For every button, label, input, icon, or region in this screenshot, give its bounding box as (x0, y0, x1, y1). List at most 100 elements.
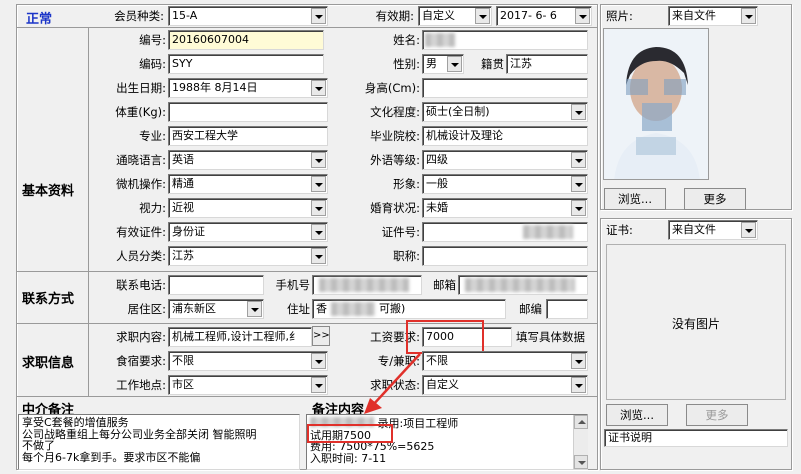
mobile-redacted (319, 278, 409, 292)
validity-date-picker[interactable]: 2017- 6- 6 (496, 6, 592, 26)
member-photo (603, 28, 709, 180)
category-dropdown-icon[interactable] (311, 248, 326, 264)
validity-mode-value: 自定义 (422, 9, 455, 22)
cert-source-dropdown-icon[interactable] (741, 222, 756, 238)
cert-source-select[interactable]: 来自文件 (668, 220, 758, 240)
fulltime-select[interactable]: 不限 (422, 351, 588, 371)
vision-select[interactable]: 近视 (168, 198, 328, 218)
intent-input[interactable]: 机械工程师,设计工程师,纟 (168, 327, 312, 347)
postcode-input[interactable] (546, 299, 588, 319)
language-select[interactable]: 英语 (168, 150, 328, 170)
cert-browse-button[interactable]: 浏览... (606, 404, 668, 426)
board-value: 不限 (172, 354, 194, 367)
board-dropdown-icon[interactable] (311, 353, 326, 369)
computer-select[interactable]: 精通 (168, 174, 328, 194)
address-redacted (331, 302, 375, 316)
photo-source-dropdown-icon[interactable] (741, 8, 756, 24)
validity-mode-dropdown-icon[interactable] (475, 8, 490, 24)
member-type-dropdown-icon[interactable] (311, 8, 326, 24)
address-label: 住址 (287, 302, 310, 316)
address-prefix: 香 (316, 302, 327, 315)
phone-input[interactable] (168, 275, 264, 295)
mobile-input[interactable] (312, 275, 422, 295)
address-suffix: 可搬) (379, 302, 406, 315)
foreign-level-dropdown-icon[interactable] (571, 152, 586, 168)
status-label: 正常 (26, 12, 53, 27)
major-label: 专业: (139, 129, 166, 143)
intent-more-button[interactable]: >> (312, 326, 330, 346)
title-input[interactable] (422, 246, 588, 266)
weight-input[interactable] (168, 102, 328, 122)
job-status-select[interactable]: 自定义 (422, 375, 588, 395)
id-type-select[interactable]: 身份证 (168, 222, 328, 242)
foreign-level-value: 四级 (426, 153, 448, 166)
cert-no-input[interactable] (422, 222, 588, 242)
computer-dropdown-icon[interactable] (311, 176, 326, 192)
basic-section-title: 基本资料 (22, 184, 75, 199)
label-column-divider (88, 27, 89, 396)
district-dropdown-icon[interactable] (247, 301, 262, 317)
remarks-scrollbar[interactable] (573, 415, 588, 469)
mobile-label: 手机号 (275, 278, 311, 292)
appearance-dropdown-icon[interactable] (571, 176, 586, 192)
language-dropdown-icon[interactable] (311, 152, 326, 168)
fulltime-dropdown-icon[interactable] (571, 353, 586, 369)
postcode-label: 邮编 (519, 302, 542, 316)
email-input[interactable] (458, 275, 588, 295)
major-input[interactable]: 西安工程大学 (168, 126, 328, 146)
address-input[interactable]: 香 可搬) (312, 299, 506, 319)
birth-date-picker[interactable]: 1988年 8月14日 (168, 78, 328, 98)
number-input[interactable]: 20160607004 (168, 30, 324, 50)
category-select[interactable]: 江苏 (168, 246, 328, 266)
gender-select[interactable]: 男 (422, 54, 464, 74)
location-select[interactable]: 市区 (168, 375, 328, 395)
birth-date-dropdown-icon[interactable] (311, 80, 326, 96)
height-label: 身高(Cm): (364, 81, 420, 95)
name-input[interactable] (422, 30, 588, 50)
title-label: 职称: (393, 249, 420, 263)
education-dropdown-icon[interactable] (571, 104, 586, 120)
member-type-select[interactable]: 15-A (168, 6, 328, 26)
cert-more-button[interactable]: 更多 (686, 404, 748, 426)
id-type-label: 有效证件: (116, 225, 166, 239)
marital-dropdown-icon[interactable] (571, 200, 586, 216)
vision-dropdown-icon[interactable] (311, 200, 326, 216)
job-section-divider (16, 323, 598, 324)
language-value: 英语 (172, 153, 194, 166)
contact-section-divider (16, 271, 598, 272)
id-type-value: 身份证 (172, 225, 205, 238)
agency-notes-memo[interactable]: 享受C套餐的增值服务 公司战略重组上每分公司业务全部关闭 智能照明 不做了 每个… (18, 414, 300, 470)
email-label: 邮箱 (433, 278, 456, 292)
member-type-label: 会员种类: (114, 9, 164, 23)
appearance-select[interactable]: 一般 (422, 174, 588, 194)
district-select[interactable]: 浦东新区 (168, 299, 264, 319)
photo-browse-button[interactable]: 浏览... (604, 188, 666, 210)
foreign-level-select[interactable]: 四级 (422, 150, 588, 170)
cert-desc-input[interactable]: 证书说明 (604, 429, 788, 447)
id-type-dropdown-icon[interactable] (311, 224, 326, 240)
scroll-down-icon[interactable] (574, 455, 588, 469)
marital-select[interactable]: 未婚 (422, 198, 588, 218)
marital-value: 未婚 (426, 201, 448, 214)
agency-note-line: 每个月6-7k拿到手。要求市区不能偏 (22, 450, 201, 464)
appearance-label: 形象: (393, 177, 420, 191)
photo-source-select[interactable]: 来自文件 (668, 6, 758, 26)
code-input[interactable]: SYY (168, 54, 324, 74)
location-dropdown-icon[interactable] (311, 377, 326, 393)
validity-mode-select[interactable]: 自定义 (418, 6, 492, 26)
marital-label: 婚育状况: (370, 201, 420, 215)
education-select[interactable]: 硕士(全日制) (422, 102, 588, 122)
photo-more-button[interactable]: 更多 (684, 188, 746, 210)
scroll-up-icon[interactable] (574, 415, 588, 429)
school-input[interactable]: 机械设计及理论 (422, 126, 588, 146)
arrow-annotation-icon (364, 353, 421, 414)
validity-label: 有效期: (375, 9, 414, 23)
validity-date-value: 2017- 6- 6 (500, 9, 557, 22)
appearance-value: 一般 (426, 177, 448, 190)
gender-dropdown-icon[interactable] (447, 56, 462, 72)
board-select[interactable]: 不限 (168, 351, 328, 371)
native-input[interactable]: 江苏 (506, 54, 588, 74)
job-status-dropdown-icon[interactable] (571, 377, 586, 393)
validity-date-dropdown-icon[interactable] (575, 8, 590, 24)
height-input[interactable] (422, 78, 588, 98)
